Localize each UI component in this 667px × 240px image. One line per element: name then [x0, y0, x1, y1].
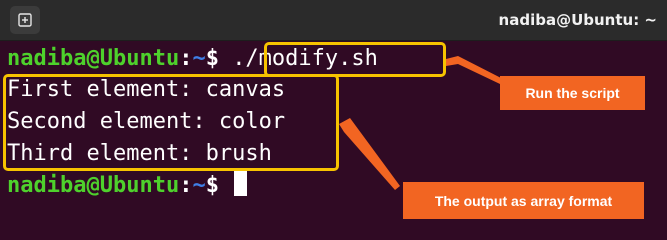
- command-highlight-box: [264, 42, 446, 77]
- callout-output-format: The output as array format: [403, 182, 644, 219]
- new-tab-button[interactable]: [10, 6, 40, 34]
- prompt-path: ~: [192, 46, 206, 71]
- prompt-line-current: nadiba@Ubuntu:~$: [7, 171, 248, 201]
- prompt-separator: :: [179, 173, 193, 198]
- prompt-user-host: nadiba@Ubuntu: [7, 173, 180, 198]
- prompt-dollar: $: [205, 173, 219, 198]
- output-highlight-box: [3, 74, 339, 171]
- new-tab-icon: [18, 13, 32, 27]
- prompt-path: ~: [192, 173, 206, 198]
- prompt-separator: :: [179, 46, 193, 71]
- title-bar: nadiba@Ubuntu: ~: [0, 0, 667, 41]
- callout-run-script: Run the script: [500, 76, 645, 110]
- window-title: nadiba@Ubuntu: ~: [498, 11, 657, 29]
- prompt-user-host: nadiba@Ubuntu: [7, 46, 180, 71]
- prompt-dollar: $: [205, 46, 219, 71]
- text-cursor: [234, 171, 248, 196]
